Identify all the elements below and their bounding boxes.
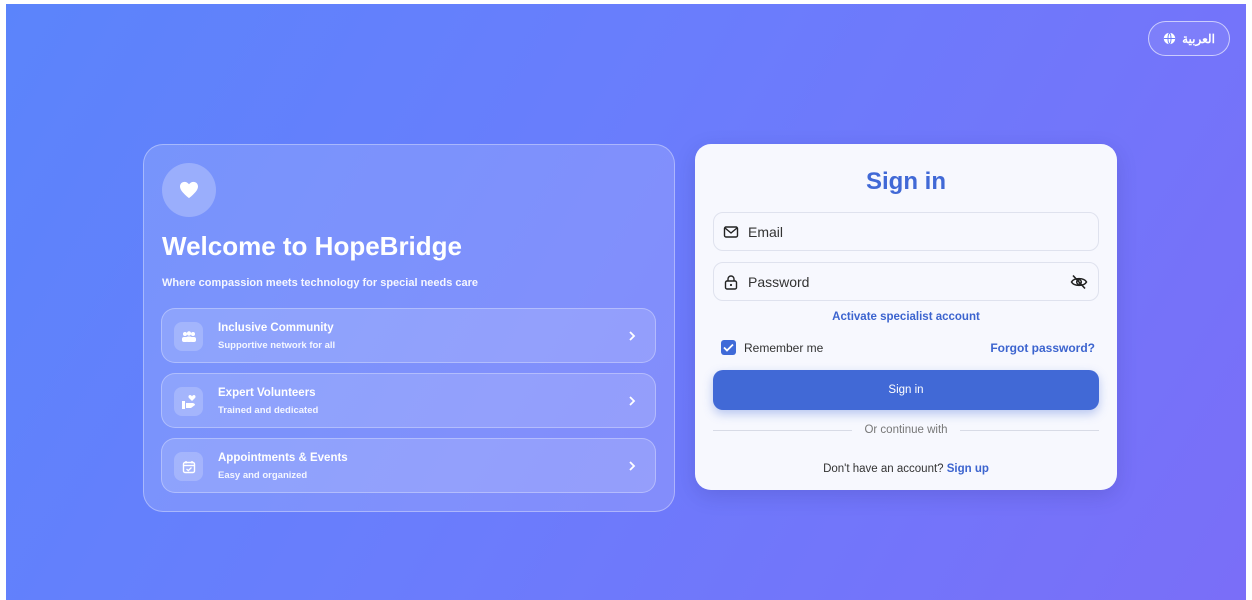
signin-card: Sign in Activate specialist account <box>695 144 1117 490</box>
email-field[interactable] <box>713 212 1099 251</box>
page-background: العربية Welcome to HopeBridge Where comp… <box>6 4 1246 600</box>
remember-me-row: Remember me <box>721 340 823 355</box>
feature-title: Expert Volunteers <box>218 387 316 399</box>
heart-badge <box>162 163 216 217</box>
divider-text: Or continue with <box>864 424 948 436</box>
welcome-subtitle: Where compassion meets technology for sp… <box>162 277 479 289</box>
divider-line <box>713 429 853 431</box>
feature-desc: Supportive network for all <box>218 340 336 351</box>
chevron-right-icon <box>629 331 636 341</box>
people-icon <box>174 322 203 351</box>
feature-title: Inclusive Community <box>218 322 334 334</box>
remember-me-checkbox[interactable] <box>721 340 736 355</box>
volunteer-hand-icon <box>174 387 203 416</box>
sign-in-button[interactable]: Sign in <box>713 370 1099 410</box>
feature-desc: Easy and organized <box>218 470 308 481</box>
remember-me-label: Remember me <box>744 340 824 355</box>
chevron-right-icon <box>629 396 636 406</box>
password-input[interactable] <box>748 263 1070 300</box>
heart-icon <box>180 181 198 199</box>
signup-row: Don't have an account? Sign up <box>695 463 1117 475</box>
welcome-panel: Welcome to HopeBridge Where compassion m… <box>143 144 675 512</box>
chevron-right-icon <box>629 461 636 471</box>
feature-card-inclusive-community[interactable]: Inclusive Community Supportive network f… <box>161 308 656 363</box>
activate-specialist-link[interactable]: Activate specialist account <box>695 311 1117 323</box>
globe-icon <box>1163 32 1176 45</box>
lock-icon <box>724 274 738 290</box>
feature-title: Appointments & Events <box>218 452 348 464</box>
calendar-icon <box>174 452 203 481</box>
divider-line <box>959 429 1100 431</box>
forgot-password-link[interactable]: Forgot password? <box>990 341 1095 355</box>
email-input[interactable] <box>748 213 1098 250</box>
checkmark-icon <box>723 343 734 352</box>
language-label: العربية <box>1182 31 1215 46</box>
no-account-text: Don't have an account? <box>823 463 947 475</box>
or-continue-divider: Or continue with <box>713 424 1100 436</box>
sign-up-link[interactable]: Sign up <box>947 463 989 475</box>
password-field[interactable] <box>713 262 1099 301</box>
welcome-title: Welcome to HopeBridge <box>162 231 463 261</box>
feature-desc: Trained and dedicated <box>218 405 319 416</box>
feature-card-expert-volunteers[interactable]: Expert Volunteers Trained and dedicated <box>161 373 656 428</box>
feature-card-appointments-events[interactable]: Appointments & Events Easy and organized <box>161 438 656 493</box>
language-toggle-button[interactable]: العربية <box>1148 21 1230 56</box>
signin-title: Sign in <box>866 168 946 195</box>
eye-off-icon[interactable] <box>1070 273 1088 291</box>
mail-icon <box>723 225 739 238</box>
